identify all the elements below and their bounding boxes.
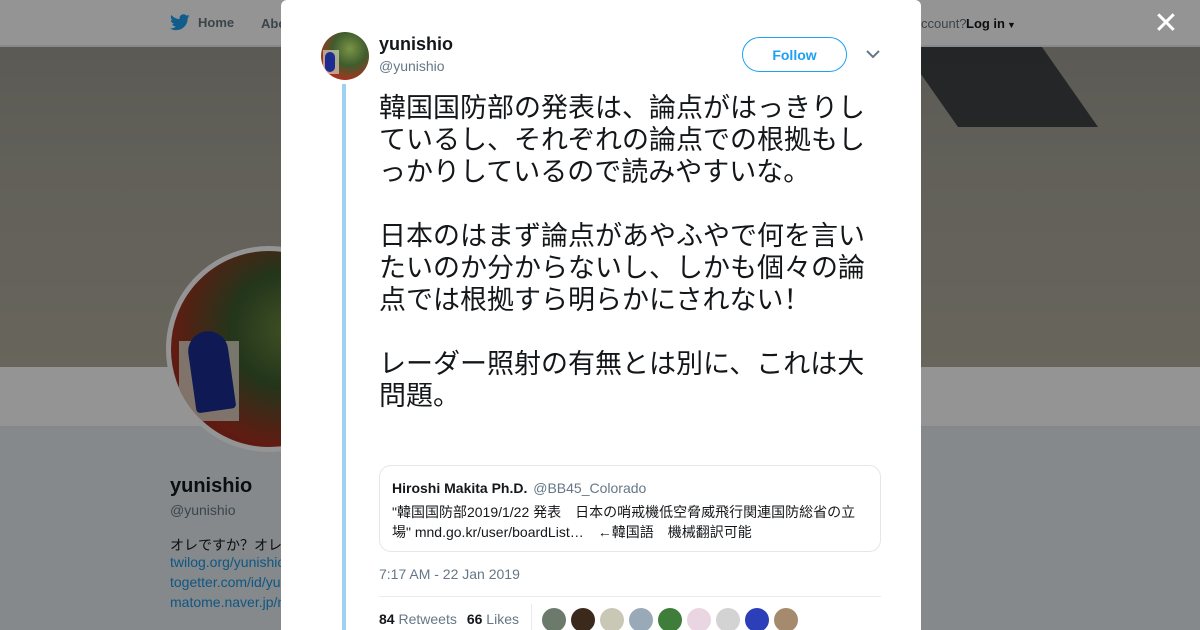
quoted-author-handle: @BB45_Colorado: [533, 480, 647, 496]
likes-stat[interactable]: 66 Likes: [467, 611, 519, 627]
author-handle[interactable]: @yunishio: [379, 58, 445, 74]
likes-count: 66: [466, 611, 483, 627]
author-name[interactable]: yunishio: [379, 34, 453, 55]
liker-avatar[interactable]: [774, 608, 798, 630]
tweet-stats: 84 Retweets 66 Likes: [379, 611, 519, 627]
tweet-timestamp[interactable]: 7:17 AM - 22 Jan 2019: [379, 566, 520, 582]
quoted-text: "韓国国防部2019/1/22 発表 日本の哨戒機低空脅威飛行関連国防総省の立場…: [392, 504, 856, 540]
liker-avatar[interactable]: [745, 608, 769, 630]
likes-label: Likes: [486, 611, 519, 627]
liker-avatar[interactable]: [658, 608, 682, 630]
tweet-modal: yunishio @yunishio Follow 韓国国防部の発表は、論点がは…: [281, 0, 921, 630]
quoted-tweet[interactable]: Hiroshi Makita Ph.D. @BB45_Colorado "韓国国…: [379, 465, 881, 552]
follow-button[interactable]: Follow: [742, 37, 847, 72]
liker-avatars: [542, 608, 798, 630]
liker-avatar[interactable]: [571, 608, 595, 630]
liker-avatar[interactable]: [629, 608, 653, 630]
liker-avatar[interactable]: [600, 608, 624, 630]
author-avatar[interactable]: [321, 32, 369, 80]
chevron-down-icon[interactable]: [863, 44, 883, 64]
retweets-label: Retweets: [398, 611, 457, 627]
retweets-stat[interactable]: 84 Retweets: [379, 611, 457, 627]
divider: [379, 596, 881, 597]
stats-separator: [531, 604, 532, 630]
tweet-text: 韓国国防部の発表は、論点がはっきりしているし、それぞれの論点での根拠もしっかりし…: [379, 93, 865, 411]
retweets-count: 84: [379, 611, 395, 627]
liker-avatar[interactable]: [542, 608, 566, 630]
quoted-author: Hiroshi Makita Ph.D. @BB45_Colorado: [392, 480, 868, 496]
liker-avatar[interactable]: [687, 608, 711, 630]
thread-line: [342, 84, 346, 630]
close-icon[interactable]: ✕: [1152, 9, 1180, 39]
quoted-author-name: Hiroshi Makita Ph.D.: [392, 480, 528, 496]
liker-avatar[interactable]: [716, 608, 740, 630]
blue-ribbon-icon: [325, 52, 335, 72]
